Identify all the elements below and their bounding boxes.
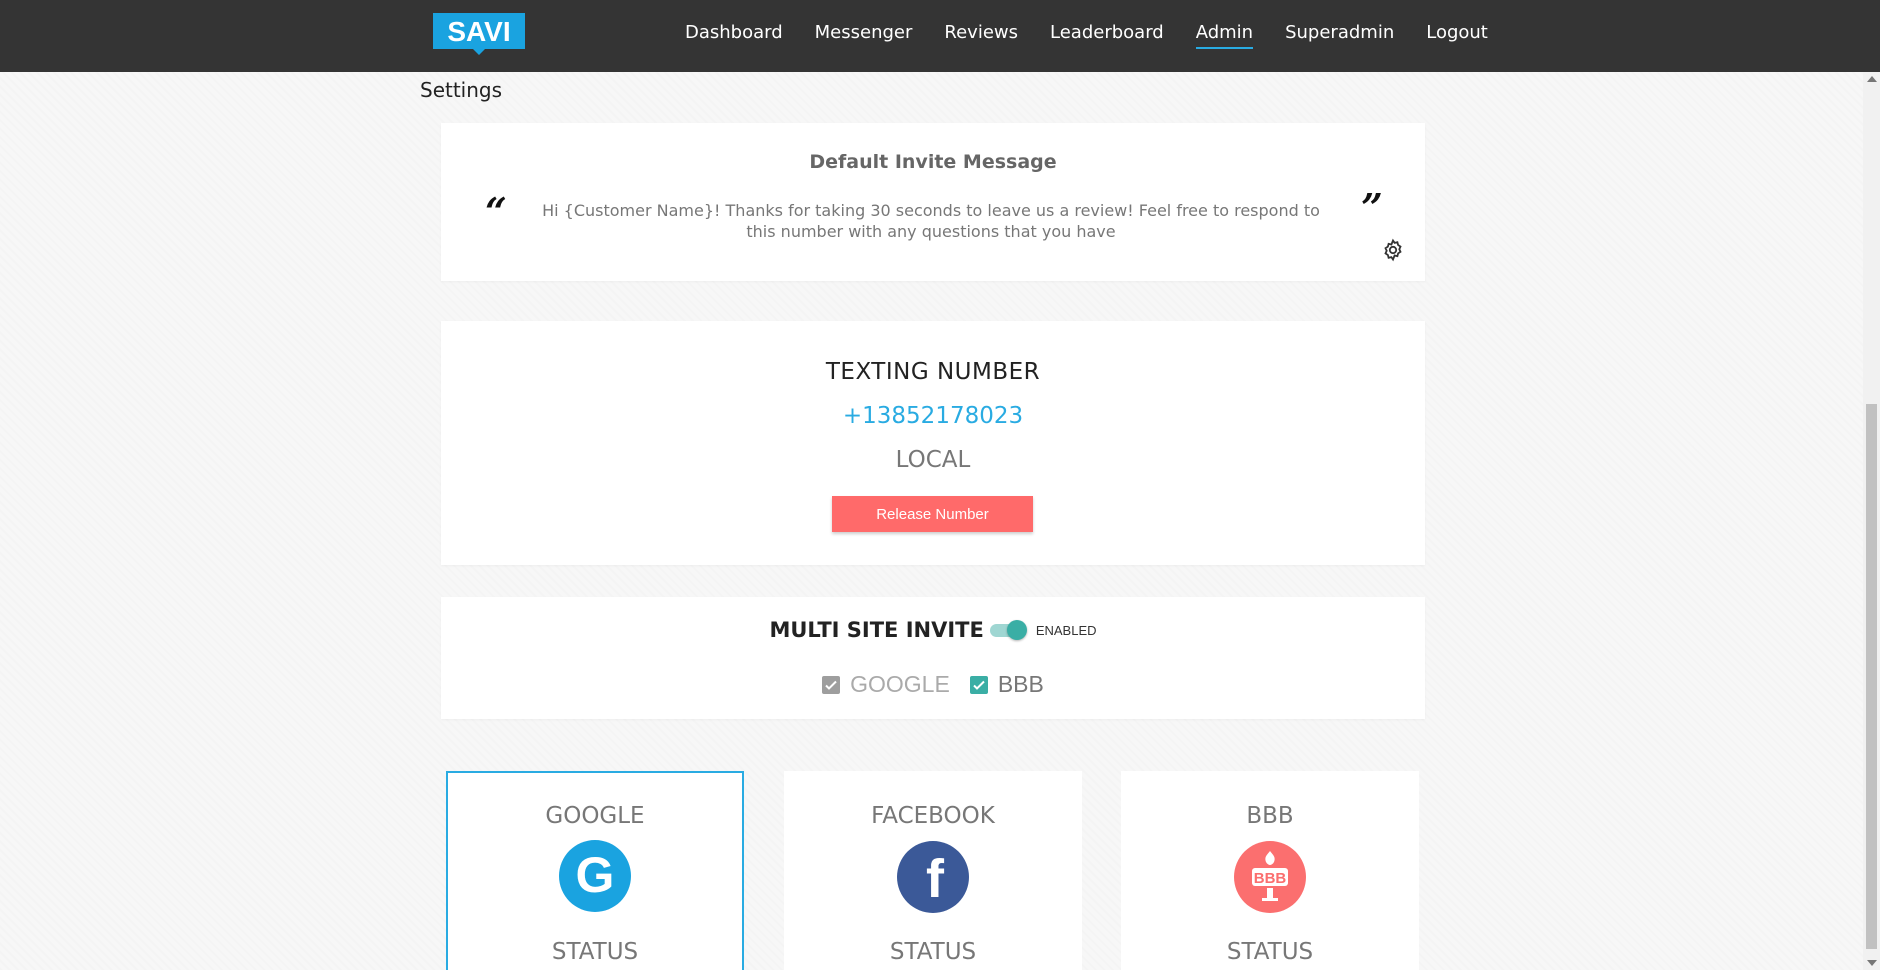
site-name: BBB: [1246, 803, 1294, 829]
texting-number-card: TEXTING NUMBER +13852178023 LOCAL Releas…: [441, 321, 1425, 565]
savi-logo[interactable]: SAVI: [433, 13, 525, 55]
nav-links: Dashboard Messenger Reviews Leaderboard …: [685, 22, 1520, 49]
bbb-checkbox-item[interactable]: BBB: [969, 671, 1044, 698]
check-icon: [825, 680, 837, 690]
multi-site-invite-card: MULTI SITE INVITE ENABLED GOOGLE BBB: [441, 597, 1425, 719]
site-name: GOOGLE: [545, 803, 645, 829]
google-checkbox-label: GOOGLE: [850, 671, 950, 697]
texting-number-value: +13852178023: [842, 403, 1024, 429]
page-title: Settings: [420, 78, 503, 102]
facebook-glyph: f: [926, 849, 945, 909]
google-checkbox[interactable]: [822, 675, 841, 694]
site-status: STATUS: [551, 939, 639, 965]
site-card-facebook[interactable]: FACEBOOK f STATUS: [784, 771, 1082, 970]
site-card-google[interactable]: GOOGLE G STATUS: [446, 771, 744, 970]
bbb-glyph: BBB: [1254, 870, 1287, 887]
quote-close-icon: ”: [1361, 185, 1383, 230]
scrollbar-thumb[interactable]: [1866, 404, 1877, 949]
site-checkboxes: GOOGLE BBB: [441, 671, 1425, 698]
multi-site-header: MULTI SITE INVITE ENABLED: [441, 618, 1425, 642]
invite-message-card: Default Invite Message “ Hi {Customer Na…: [441, 123, 1425, 281]
multi-site-title: MULTI SITE INVITE: [769, 618, 984, 642]
scroll-up-icon[interactable]: [1867, 76, 1877, 82]
facebook-icon: f: [897, 841, 969, 913]
toggle-status-label: ENABLED: [1035, 622, 1097, 638]
check-icon: [973, 680, 985, 690]
nav-superadmin[interactable]: Superadmin: [1285, 22, 1394, 49]
site-status: STATUS: [1226, 939, 1314, 965]
nav-leaderboard[interactable]: Leaderboard: [1050, 22, 1164, 49]
texting-number-label: TEXTING NUMBER: [825, 359, 1041, 385]
nav-admin[interactable]: Admin: [1195, 22, 1254, 49]
scroll-down-icon[interactable]: [1867, 960, 1877, 966]
google-checkbox-item[interactable]: GOOGLE: [822, 671, 950, 698]
release-number-button[interactable]: Release Number: [832, 496, 1033, 532]
google-glyph: G: [576, 847, 615, 903]
quote-open-icon: “: [485, 189, 507, 234]
bbb-checkbox[interactable]: [969, 675, 988, 694]
texting-number-type: LOCAL: [895, 447, 971, 473]
site-status: STATUS: [889, 939, 977, 965]
top-navbar: SAVI Dashboard Messenger Reviews Leaderb…: [0, 0, 1880, 72]
nav-reviews[interactable]: Reviews: [944, 22, 1018, 49]
bbb-checkbox-label: BBB: [997, 671, 1044, 697]
google-icon: G: [559, 840, 631, 912]
site-card-bbb[interactable]: BBB BBB STATUS: [1121, 771, 1419, 970]
invite-message-title: Default Invite Message: [809, 151, 1057, 173]
bbb-icon: BBB: [1234, 841, 1306, 913]
page-scrollbar[interactable]: [1863, 72, 1880, 970]
nav-dashboard[interactable]: Dashboard: [685, 22, 783, 49]
invite-message-text: Hi {Customer Name}! Thanks for taking 30…: [542, 201, 1320, 241]
logo-text: SAVI: [447, 16, 510, 47]
gear-icon[interactable]: [1381, 238, 1405, 262]
toggle-knob: [1006, 620, 1027, 640]
multi-site-toggle[interactable]: [989, 620, 1027, 640]
nav-messenger[interactable]: Messenger: [815, 22, 913, 49]
nav-logout[interactable]: Logout: [1426, 22, 1488, 49]
site-name: FACEBOOK: [871, 803, 995, 829]
